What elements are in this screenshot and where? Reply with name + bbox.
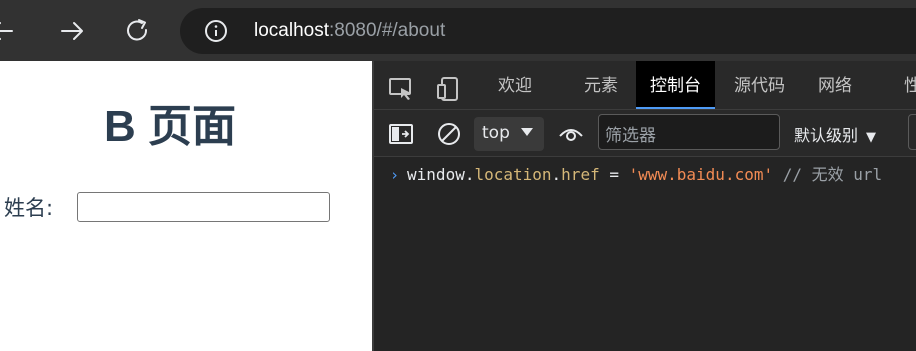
tab-performance[interactable]: 性	[890, 61, 916, 107]
info-icon[interactable]	[204, 19, 228, 43]
tab-network[interactable]: 网络	[804, 61, 866, 107]
eye-icon[interactable]	[558, 121, 584, 147]
tab-console[interactable]: 控制台	[636, 61, 715, 109]
address-bar[interactable]: localhost:8080/#/about	[180, 8, 916, 54]
log-level-label: 默认级别	[794, 126, 859, 145]
chevron-down-icon	[521, 128, 533, 136]
console-input-line[interactable]: › window.location.href = 'www.baidu.com' …	[390, 164, 882, 186]
code-operator: =	[599, 165, 629, 184]
back-button[interactable]	[0, 17, 16, 45]
prompt-chevron-icon: ›	[390, 166, 400, 184]
name-label: 姓名:	[4, 196, 54, 220]
forward-button[interactable]	[58, 17, 86, 45]
filter-input[interactable]: 筛选器	[598, 114, 780, 150]
web-page: B 页面 姓名:	[0, 61, 372, 351]
clear-console-icon[interactable]	[436, 121, 462, 147]
sidebar-toggle-icon[interactable]	[388, 121, 414, 147]
issues-button[interactable]	[908, 114, 916, 150]
url-path: :8080/#/about	[329, 20, 446, 41]
name-input[interactable]	[77, 192, 330, 222]
reload-icon	[127, 19, 148, 41]
reload-button[interactable]	[124, 17, 152, 45]
tab-sources[interactable]: 源代码	[720, 61, 799, 107]
context-value: top	[482, 123, 510, 143]
log-level-select[interactable]: 默认级别 ▼	[794, 122, 876, 146]
inspect-icon[interactable]	[388, 76, 414, 102]
devtools-tabbar: 欢迎 元素 控制台 源代码 网络 性	[374, 61, 916, 110]
console-output: › window.location.href = 'www.baidu.com' …	[374, 157, 916, 351]
code-comment: // 无效 url	[773, 165, 883, 184]
url-host: localhost	[254, 20, 329, 41]
page-title: B 页面	[104, 102, 236, 151]
context-select[interactable]: top	[474, 117, 544, 151]
code-property: href	[561, 165, 600, 184]
devtools-panel: 欢迎 元素 控制台 源代码 网络 性 top 筛选器 默认级别 ▼ › wind…	[372, 61, 916, 351]
tab-elements[interactable]: 元素	[570, 61, 632, 107]
console-toolbar: top 筛选器 默认级别 ▼	[374, 110, 916, 157]
device-toggle-icon[interactable]	[436, 76, 462, 102]
code-object: window	[407, 165, 465, 184]
forward-icon	[61, 22, 83, 40]
url-text[interactable]: localhost:8080/#/about	[254, 19, 445, 43]
chevron-down-icon: ▼	[866, 130, 877, 145]
code-dot: .	[551, 165, 562, 184]
code-property: location	[474, 165, 552, 184]
back-icon	[0, 22, 13, 40]
code-string: 'www.baidu.com'	[628, 165, 774, 184]
tab-welcome[interactable]: 欢迎	[484, 61, 546, 107]
browser-toolbar: localhost:8080/#/about	[0, 0, 916, 61]
